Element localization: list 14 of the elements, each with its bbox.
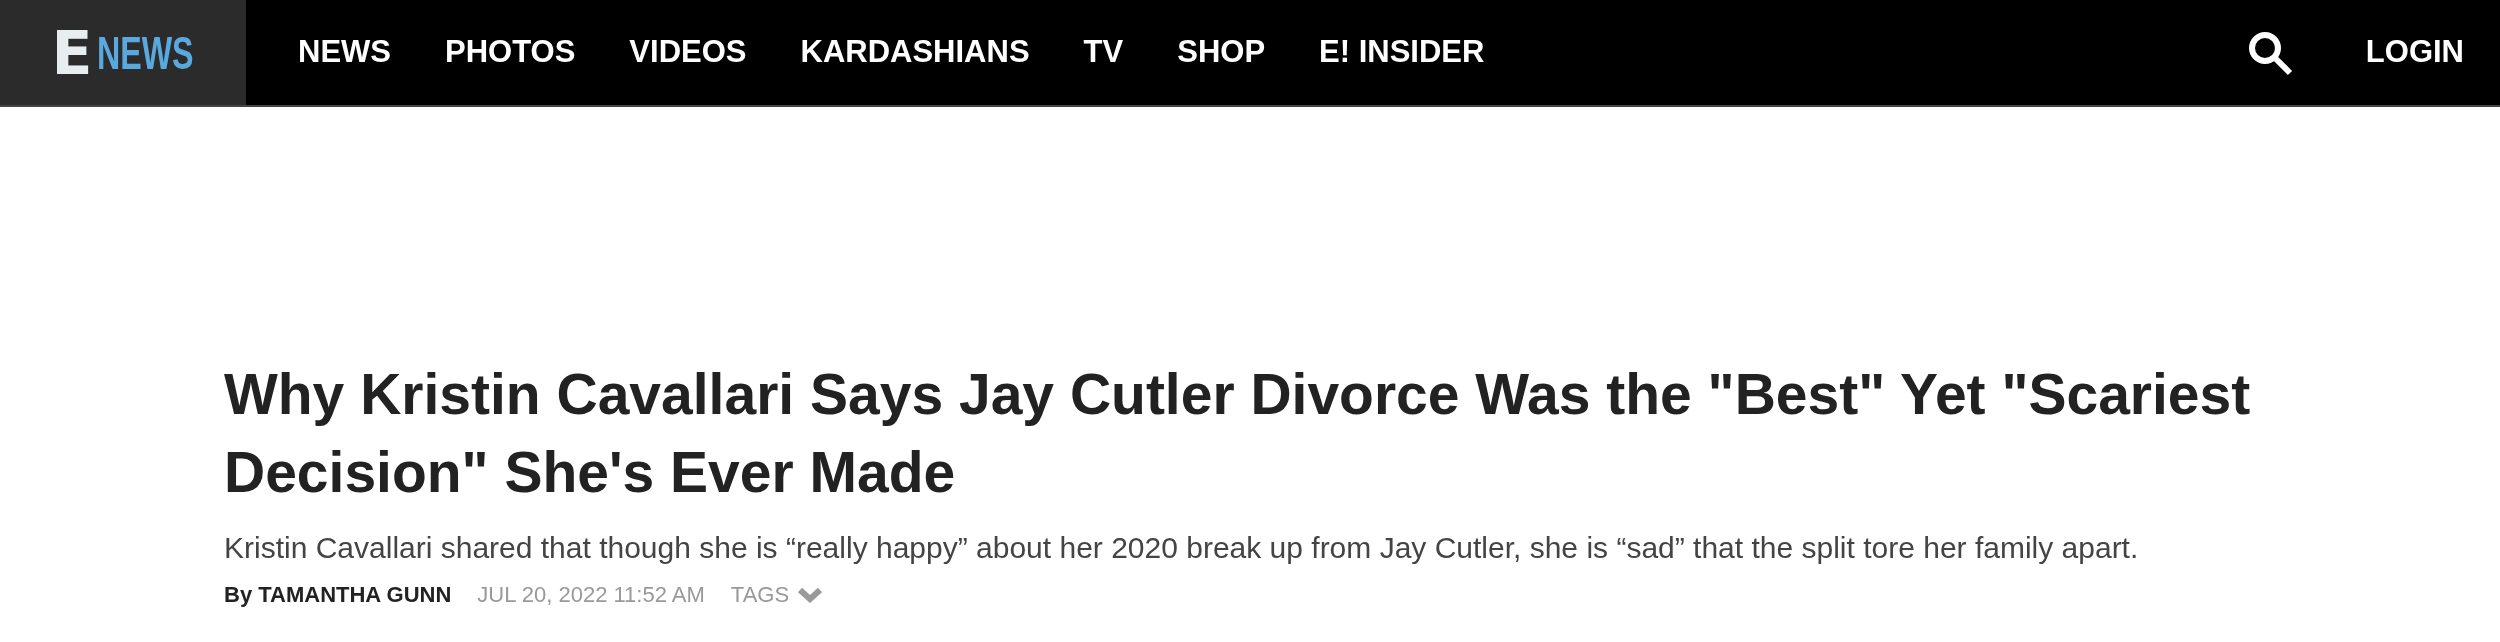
chevron-down-icon — [797, 586, 824, 603]
article-subtitle: Kristin Cavallari shared that though she is “really happy” about her 2020 break up from Jay Cutler, she is “sad” that the split tore her family apart. — [224, 530, 2140, 566]
nav-link[interactable]: SHOP — [1177, 29, 1266, 76]
author-byline: By TAMANTHA GUNN — [224, 581, 452, 609]
nav-link[interactable]: VIDEOS — [629, 29, 747, 76]
logo[interactable]: E NEWS — [0, 0, 246, 105]
nav-link[interactable]: KARDASHIANS — [800, 29, 1030, 76]
nav-link[interactable]: PHOTOS — [445, 29, 576, 76]
nav-link[interactable]: NEWS — [298, 29, 391, 76]
nav-link[interactable]: TV — [1083, 29, 1124, 76]
article-title: Why Kristin Cavallari Says Jay Cutler Divorce Was the "Best" Yet "Scariest Decision" She's Ever Made — [224, 361, 2252, 506]
login-link[interactable]: LOGIN — [2365, 29, 2464, 76]
publish-date: JUL 20, 2022 11:52 AM — [477, 581, 705, 609]
nav-link[interactable]: E! INSIDER — [1319, 29, 1485, 76]
